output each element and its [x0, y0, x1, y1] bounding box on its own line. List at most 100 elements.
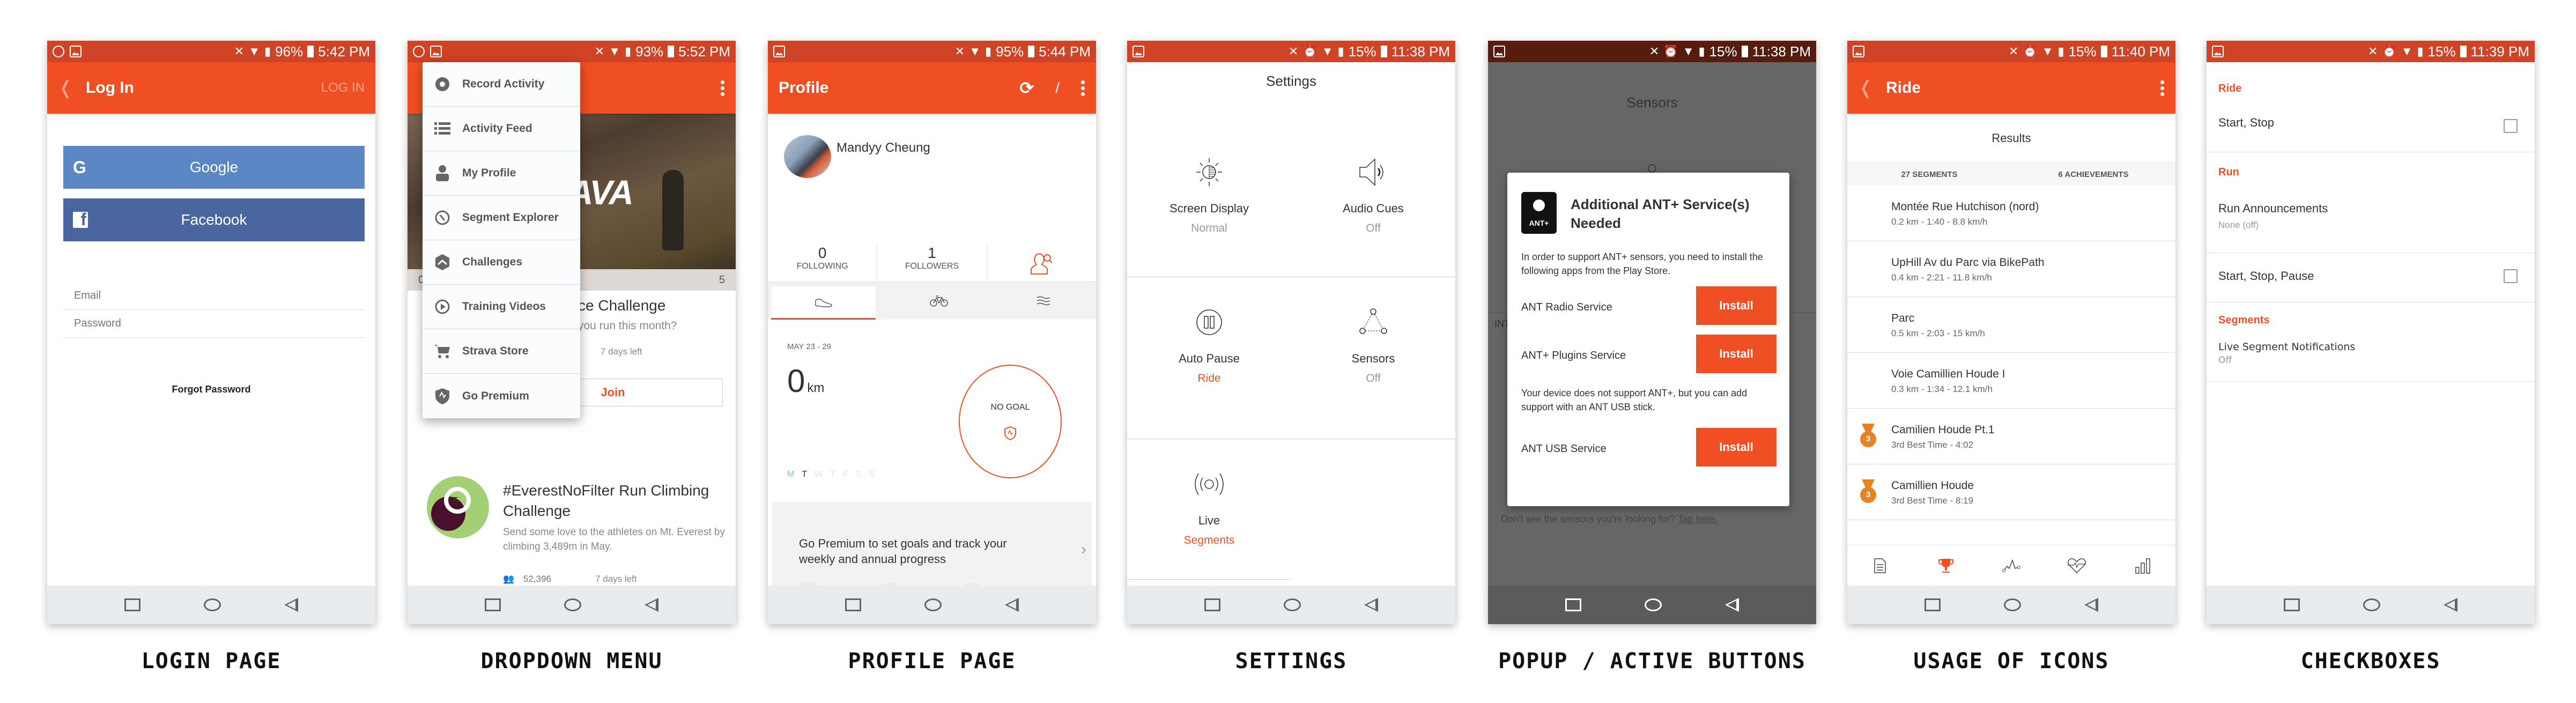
install-ant-usb-button[interactable]: Install	[1696, 428, 1776, 467]
goal-ring[interactable]: NO GOAL	[959, 365, 1062, 478]
segment-row[interactable]: 3 Camillien Houde 3rd Best Time - 8:19	[1847, 464, 2175, 520]
edit-icon[interactable]: /	[1055, 79, 1060, 97]
menu-item-training-videos[interactable]: Training Videos	[423, 285, 580, 329]
pref-ride-start-stop[interactable]: Start, Stop	[2207, 101, 2535, 152]
google-button[interactable]: G Google	[63, 146, 365, 189]
pref-live-segment-notifications[interactable]: Live Segment Notifications Off	[2207, 330, 2535, 382]
followers-stat[interactable]: 1 FOLLOWERS	[877, 245, 987, 282]
status-bar: ✕ ▼ ▮ 95% 5:44 PM	[768, 41, 1096, 62]
back-icon[interactable]	[2084, 598, 2098, 612]
recents-icon[interactable]	[1924, 598, 1941, 611]
wifi-icon: ▼	[1321, 45, 1334, 58]
following-stat[interactable]: 0 FOLLOWING	[768, 245, 878, 282]
email-field[interactable]	[63, 282, 365, 310]
tab-elevation[interactable]	[2001, 555, 2022, 576]
usb-note: Your device does not support ANT+, but y…	[1521, 388, 1748, 413]
battery-percent: 15%	[1348, 43, 1376, 60]
tab-run[interactable]	[771, 286, 876, 320]
back-icon[interactable]	[645, 598, 658, 612]
password-field[interactable]	[63, 310, 365, 338]
home-icon[interactable]	[924, 598, 942, 611]
overflow-menu-icon[interactable]	[721, 80, 725, 96]
back-icon[interactable]	[1364, 598, 1378, 612]
image-icon	[773, 46, 785, 57]
menu-item-activity-feed[interactable]: Activity Feed	[423, 107, 580, 151]
back-icon[interactable]	[2444, 598, 2457, 612]
android-nav-bar	[47, 586, 375, 624]
find-friends-button[interactable]	[987, 245, 1096, 282]
status-bar: ✕ ▼ ▮ 93% 5:52 PM	[408, 41, 736, 62]
checkbox-run-start-stop-pause[interactable]	[2504, 269, 2518, 283]
back-icon[interactable]	[284, 598, 298, 612]
home-icon[interactable]	[1284, 598, 1301, 611]
install-ant-radio-button[interactable]: Install	[1696, 286, 1776, 325]
overflow-menu-icon[interactable]	[2160, 80, 2165, 96]
segments-count[interactable]: 27 SEGMENTS	[1847, 170, 2011, 179]
tap-here-link[interactable]: Tap here.	[1678, 514, 1718, 524]
avatar[interactable]	[784, 135, 831, 178]
status-bar: ✕ ⏰ ▼ ▮ 15% 11:38 PM	[1127, 41, 1455, 62]
recents-icon[interactable]	[124, 598, 140, 611]
recents-icon[interactable]	[845, 598, 861, 611]
home-icon[interactable]	[564, 598, 581, 611]
home-icon[interactable]	[204, 598, 221, 611]
phone-ride: ✕ ⏰ ▼ ▮ 15% 11:40 PM ❬ Ride Results 27 S…	[1847, 41, 2175, 624]
segment-row[interactable]: Parc 0.5 km - 2:03 - 15 km/h	[1847, 297, 2175, 353]
premium-text: Go Premium to set goals and track your w…	[799, 537, 1007, 566]
menu-item-go-premium[interactable]: Go Premium	[423, 374, 580, 418]
menu-item-strava-store[interactable]: Strava Store	[423, 329, 580, 374]
back-icon[interactable]	[1725, 598, 1739, 612]
elevation-icon	[2002, 559, 2020, 572]
checkbox-ride-start-stop[interactable]	[2504, 119, 2518, 133]
back-chevron-icon[interactable]: ❬	[1858, 77, 1886, 99]
recents-icon[interactable]	[485, 598, 501, 611]
pref-run-announcements[interactable]: Run Announcements None (off)	[2207, 184, 2535, 253]
setting-sensors[interactable]: Sensors Off	[1291, 282, 1455, 432]
tab-heart-rate[interactable]	[2066, 555, 2088, 576]
back-icon[interactable]	[1005, 598, 1019, 612]
back-chevron-icon[interactable]: ❬	[58, 77, 86, 99]
segment-name: Voie Camillien Houde I	[1891, 368, 2005, 380]
setting-auto-pause[interactable]: Auto Pause Ride	[1127, 282, 1291, 432]
segment-row[interactable]: 3 Camilien Houde Pt.1 3rd Best Time - 4:02	[1847, 409, 2175, 464]
home-icon[interactable]	[1645, 598, 1662, 611]
week-range: MAY 23 - 29	[787, 342, 831, 351]
recents-icon[interactable]	[1204, 598, 1220, 611]
go-premium-banner[interactable]: Go Premium to set goals and track your w…	[772, 502, 1092, 590]
signal-icon: ▮	[2417, 45, 2424, 58]
segment-row[interactable]: Voie Camillien Houde I 0.3 km - 1:34 - 12…	[1847, 353, 2175, 409]
menu-item-segment-explorer[interactable]: Segment Explorer	[423, 196, 580, 240]
setting-live-segments[interactable]: Live Segments	[1127, 444, 1291, 594]
tab-analysis[interactable]	[2132, 555, 2153, 576]
tab-overview[interactable]	[1869, 555, 1891, 576]
menu-item-record-activity[interactable]: Record Activity	[423, 62, 580, 107]
phone-profile: ✕ ▼ ▮ 95% 5:44 PM Profile ⟳ / Mandyy Che…	[768, 41, 1096, 624]
forgot-password-link[interactable]: Forgot Password	[47, 384, 375, 395]
weekly-distance: 0 km	[787, 362, 824, 399]
segment-row[interactable]: UpHill Av du Parc via BikePath 0.4 km - 2…	[1847, 241, 2175, 297]
achievements-count[interactable]: 6 ACHIEVEMENTS	[2011, 170, 2175, 179]
service-name: ANT USB Service	[1521, 443, 1607, 455]
tab-swim[interactable]	[991, 282, 1096, 320]
days-left: 7 days left	[601, 346, 642, 357]
facebook-button[interactable]: f Facebook	[63, 198, 365, 241]
menu-item-challenges[interactable]: Challenges	[423, 240, 580, 285]
login-action-button[interactable]: LOG IN	[321, 80, 365, 95]
setting-screen-display[interactable]: Screen Display Normal	[1127, 132, 1291, 282]
menu-item-my-profile[interactable]: My Profile	[423, 151, 580, 196]
setting-audio-cues[interactable]: Audio Cues Off	[1291, 132, 1455, 282]
bronze-medal-icon: 3	[1860, 424, 1876, 449]
home-icon[interactable]	[2004, 598, 2021, 611]
recents-icon[interactable]	[1565, 598, 1581, 611]
recents-icon[interactable]	[2284, 598, 2300, 611]
segment-row[interactable]: Montée Rue Hutchison (nord) 0.2 km - 1:40…	[1847, 186, 2175, 241]
pref-run-start-stop-pause[interactable]: Start, Stop, Pause	[2207, 253, 2535, 302]
tab-ride[interactable]	[886, 282, 991, 320]
day-label: F	[843, 470, 848, 479]
install-ant-plugins-button[interactable]: Install	[1696, 335, 1776, 373]
tab-achievements[interactable]	[1935, 555, 1957, 576]
overflow-menu-icon[interactable]	[1081, 80, 1085, 96]
sync-icon[interactable]: ⟳	[1019, 78, 1034, 98]
home-icon[interactable]	[2363, 598, 2380, 611]
challenge-badge: 5	[427, 476, 489, 538]
